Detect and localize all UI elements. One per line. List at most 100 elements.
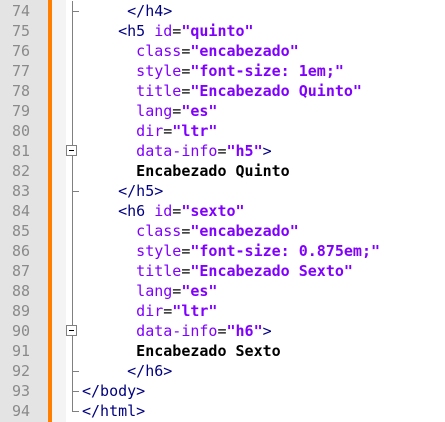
token-tag: </html> (82, 402, 146, 420)
code-line[interactable]: 87 title="Encabezado Sexto" (0, 261, 445, 281)
line-number: 81 (11, 142, 30, 160)
code-line[interactable]: 81 data-info="h5"> (0, 141, 445, 161)
code-editor[interactable]: 74 </h4> 75 <h5 id="quinto" 76 class="encabez… (0, 0, 445, 422)
fold-line-icon (59, 261, 79, 281)
token-tag: > (262, 322, 272, 340)
line-number: 75 (11, 22, 30, 40)
code-line[interactable]: 93 </body> (0, 381, 445, 401)
code-line[interactable]: 75 <h5 id="quinto" (0, 21, 445, 41)
line-number: 89 (11, 302, 30, 320)
token-str: "ltr" (172, 302, 218, 320)
code-text: </html> (82, 401, 145, 421)
token-eq: = (172, 102, 182, 120)
code-text: title="Encabezado Quinto" (136, 81, 362, 101)
code-text: </body> (82, 381, 145, 401)
fold-line-icon (59, 81, 79, 101)
token-attr: id (154, 22, 173, 40)
code-text: </h4> (127, 1, 172, 21)
fold-line-icon (59, 281, 79, 301)
fold-line-icon (59, 241, 79, 261)
line-number: 76 (11, 42, 30, 60)
line-number: 77 (11, 62, 30, 80)
code-line[interactable]: 79 lang="es" (0, 101, 445, 121)
fold-end-marker-icon (59, 361, 79, 381)
code-text: Encabezado Sexto (136, 341, 281, 361)
code-text: <h5 id="quinto" (118, 21, 253, 41)
fold-end-marker-icon (59, 381, 79, 401)
line-number: 82 (11, 162, 30, 180)
token-str: "font-size: 0.875em;" (190, 242, 381, 260)
code-line[interactable]: 83 </h5> (0, 181, 445, 201)
token-attr: lang (136, 102, 173, 120)
fold-end-marker-icon (59, 181, 79, 201)
token-tag: </h4> (127, 2, 173, 20)
code-line[interactable]: 90 data-info="h6"> (0, 321, 445, 341)
fold-collapse-icon[interactable] (59, 321, 79, 341)
line-number: 84 (11, 202, 30, 220)
code-line[interactable]: 84 <h6 id="sexto" (0, 201, 445, 221)
line-number: 94 (11, 402, 30, 420)
code-text: lang="es" (136, 281, 217, 301)
token-attr: title (136, 262, 182, 280)
token-attr: class (136, 222, 182, 240)
token-txt: Encabezado Sexto (136, 342, 281, 360)
token-attr: dir (136, 122, 164, 140)
token-str: "font-size: 1em;" (190, 62, 344, 80)
token-eq: = (172, 202, 182, 220)
code-line[interactable]: 94 </html> (0, 401, 445, 421)
fold-line-icon (59, 61, 79, 81)
token-attr: class (136, 42, 182, 60)
code-line[interactable]: 86 style="font-size: 0.875em;" (0, 241, 445, 261)
token-txt: Encabezado Quinto (136, 162, 290, 180)
token-attr: style (136, 242, 182, 260)
token-attr: id (154, 202, 173, 220)
code-line[interactable]: 85 class="encabezado" (0, 221, 445, 241)
fold-collapse-icon[interactable] (59, 141, 79, 161)
token-str: "quinto" (181, 22, 254, 40)
token-tag: </h6> (127, 362, 173, 380)
line-number: 92 (11, 362, 30, 380)
code-line[interactable]: 88 lang="es" (0, 281, 445, 301)
line-number: 93 (11, 382, 30, 400)
token-attr: title (136, 82, 182, 100)
code-line[interactable]: 82 Encabezado Quinto (0, 161, 445, 181)
code-text: style="font-size: 0.875em;" (136, 241, 380, 261)
fold-line-icon (59, 41, 79, 61)
code-line[interactable]: 92 </h6> (0, 361, 445, 381)
code-lines[interactable]: 74 </h4> 75 <h5 id="quinto" 76 class="encabez… (0, 1, 445, 421)
token-str: "Encabezado Quinto" (190, 82, 362, 100)
code-text: class="encabezado" (136, 41, 299, 61)
line-number: 91 (11, 342, 30, 360)
code-text: data-info="h5"> (136, 141, 271, 161)
code-line[interactable]: 76 class="encabezado" (0, 41, 445, 61)
code-line[interactable]: 78 title="Encabezado Quinto" (0, 81, 445, 101)
code-line[interactable]: 89 dir="ltr" (0, 301, 445, 321)
token-tag: <h6 (118, 202, 155, 220)
code-line[interactable]: 77 style="font-size: 1em;" (0, 61, 445, 81)
line-number: 86 (11, 242, 30, 260)
token-str: "sexto" (181, 202, 245, 220)
line-number: 88 (11, 282, 30, 300)
token-str: "ltr" (172, 122, 218, 140)
code-text: <h6 id="sexto" (118, 201, 244, 221)
token-eq: = (181, 262, 191, 280)
code-text: dir="ltr" (136, 121, 217, 141)
code-line[interactable]: 74 </h4> (0, 1, 445, 21)
fold-line-icon (59, 121, 79, 141)
code-text: lang="es" (136, 101, 217, 121)
token-attr: lang (136, 282, 173, 300)
token-eq: = (181, 62, 191, 80)
code-text: style="font-size: 1em;" (136, 61, 344, 81)
token-eq: = (172, 282, 182, 300)
line-number: 90 (11, 322, 30, 340)
line-number: 83 (11, 182, 30, 200)
token-eq: = (181, 242, 191, 260)
code-text: title="Encabezado Sexto" (136, 261, 353, 281)
token-attr: data-info (136, 322, 218, 340)
code-text: data-info="h6"> (136, 321, 271, 341)
token-str: "encabezado" (190, 222, 299, 240)
token-eq: = (163, 302, 173, 320)
code-line[interactable]: 80 dir="ltr" (0, 121, 445, 141)
code-line[interactable]: 91 Encabezado Sexto (0, 341, 445, 361)
token-str: "es" (181, 282, 218, 300)
